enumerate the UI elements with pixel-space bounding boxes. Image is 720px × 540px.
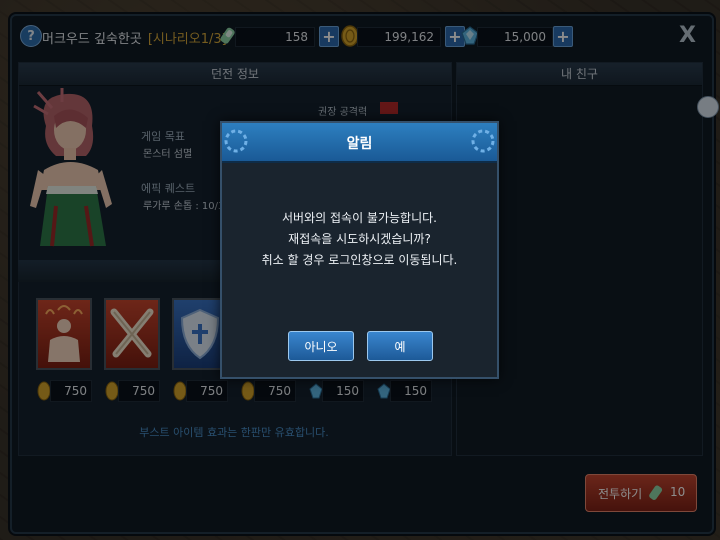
yes-button[interactable]: 예 <box>367 331 433 361</box>
dialog-message-line-1: 서버와의 접속이 불가능합니다. <box>282 211 437 225</box>
dialog-message-line-3: 취소 할 경우 로그인창으로 이동됩니다. <box>261 253 458 267</box>
dialog-header: 알림 <box>222 123 497 163</box>
no-button[interactable]: 아니오 <box>288 331 354 361</box>
notice-dialog: 알림 서버와의 접속이 불가능합니다. 재접속을 시도하시겠습니까? 취소 할 … <box>220 121 499 379</box>
dialog-message-line-2: 재접속을 시도하시겠습니까? <box>288 232 431 246</box>
dialog-title: 알림 <box>346 136 373 152</box>
